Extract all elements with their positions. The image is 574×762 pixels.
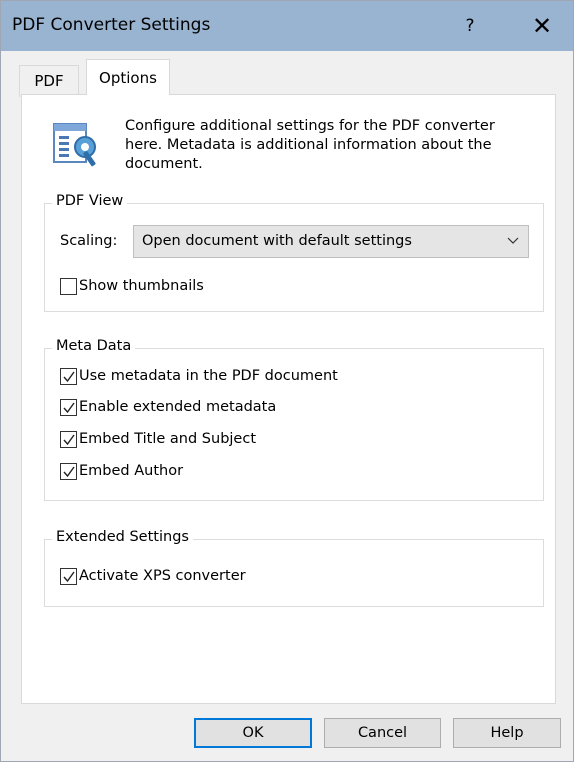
embed-title-subject-checkbox[interactable]: Embed Title and Subject [60,428,256,450]
show-thumbnails-label: Show thumbnails [79,278,204,294]
checkbox-checked[interactable] [60,567,77,585]
extended-metadata-checkbox[interactable]: Enable extended metadata [60,396,276,418]
settings-document-icon [51,120,105,168]
scaling-label: Scaling: [60,233,118,249]
meta-data-group: Meta Data Use metadata in the PDF docume… [44,338,544,501]
scaling-select-value: Open document with default settings [142,233,412,249]
ok-button[interactable]: OK [194,718,312,748]
tab-options[interactable]: Options [86,59,170,95]
activate-xps-label: Activate XPS converter [79,568,246,584]
checkmark-icon [63,434,75,445]
options-panel: Configure additional settings for the PD… [21,94,556,704]
use-metadata-checkbox[interactable]: Use metadata in the PDF document [60,365,338,387]
extended-settings-group: Extended Settings Activate XPS converter [44,529,544,607]
pdf-view-group: PDF View Scaling: Open document with def… [44,193,544,312]
scaling-select[interactable]: Open document with default settings [133,225,529,258]
intro-description: Configure additional settings for the PD… [125,118,495,172]
embed-author-label: Embed Author [79,463,184,479]
help-icon[interactable]: ? [450,5,490,47]
cancel-button[interactable]: Cancel [324,718,441,748]
use-metadata-label: Use metadata in the PDF document [79,368,338,384]
checkmark-icon [63,466,75,477]
show-thumbnails-checkbox[interactable]: Show thumbnails [60,275,204,297]
tab-pdf[interactable]: PDF [19,65,79,97]
checkbox-checked[interactable] [60,462,77,480]
checkbox-box[interactable] [60,277,77,295]
checkmark-icon [63,402,75,413]
pdf-view-title: PDF View [52,193,128,209]
checkbox-checked[interactable] [60,367,77,385]
dialog-window: PDF Converter Settings ? ✕ PDF Options C… [0,0,574,762]
help-button[interactable]: Help [453,718,561,748]
checkmark-icon [63,371,75,382]
meta-data-title: Meta Data [52,338,136,354]
checkmark-icon [63,571,75,582]
checkbox-checked[interactable] [60,430,77,448]
chevron-down-icon [507,237,519,244]
title-bar[interactable]: PDF Converter Settings ? ✕ [1,1,573,51]
extended-settings-title: Extended Settings [52,529,193,545]
close-icon[interactable]: ✕ [519,5,565,47]
extended-metadata-label: Enable extended metadata [79,399,277,415]
checkbox-checked[interactable] [60,398,77,416]
activate-xps-checkbox[interactable]: Activate XPS converter [60,565,246,587]
embed-title-subject-label: Embed Title and Subject [79,431,257,447]
window-title: PDF Converter Settings [12,15,211,35]
embed-author-checkbox[interactable]: Embed Author [60,460,183,482]
